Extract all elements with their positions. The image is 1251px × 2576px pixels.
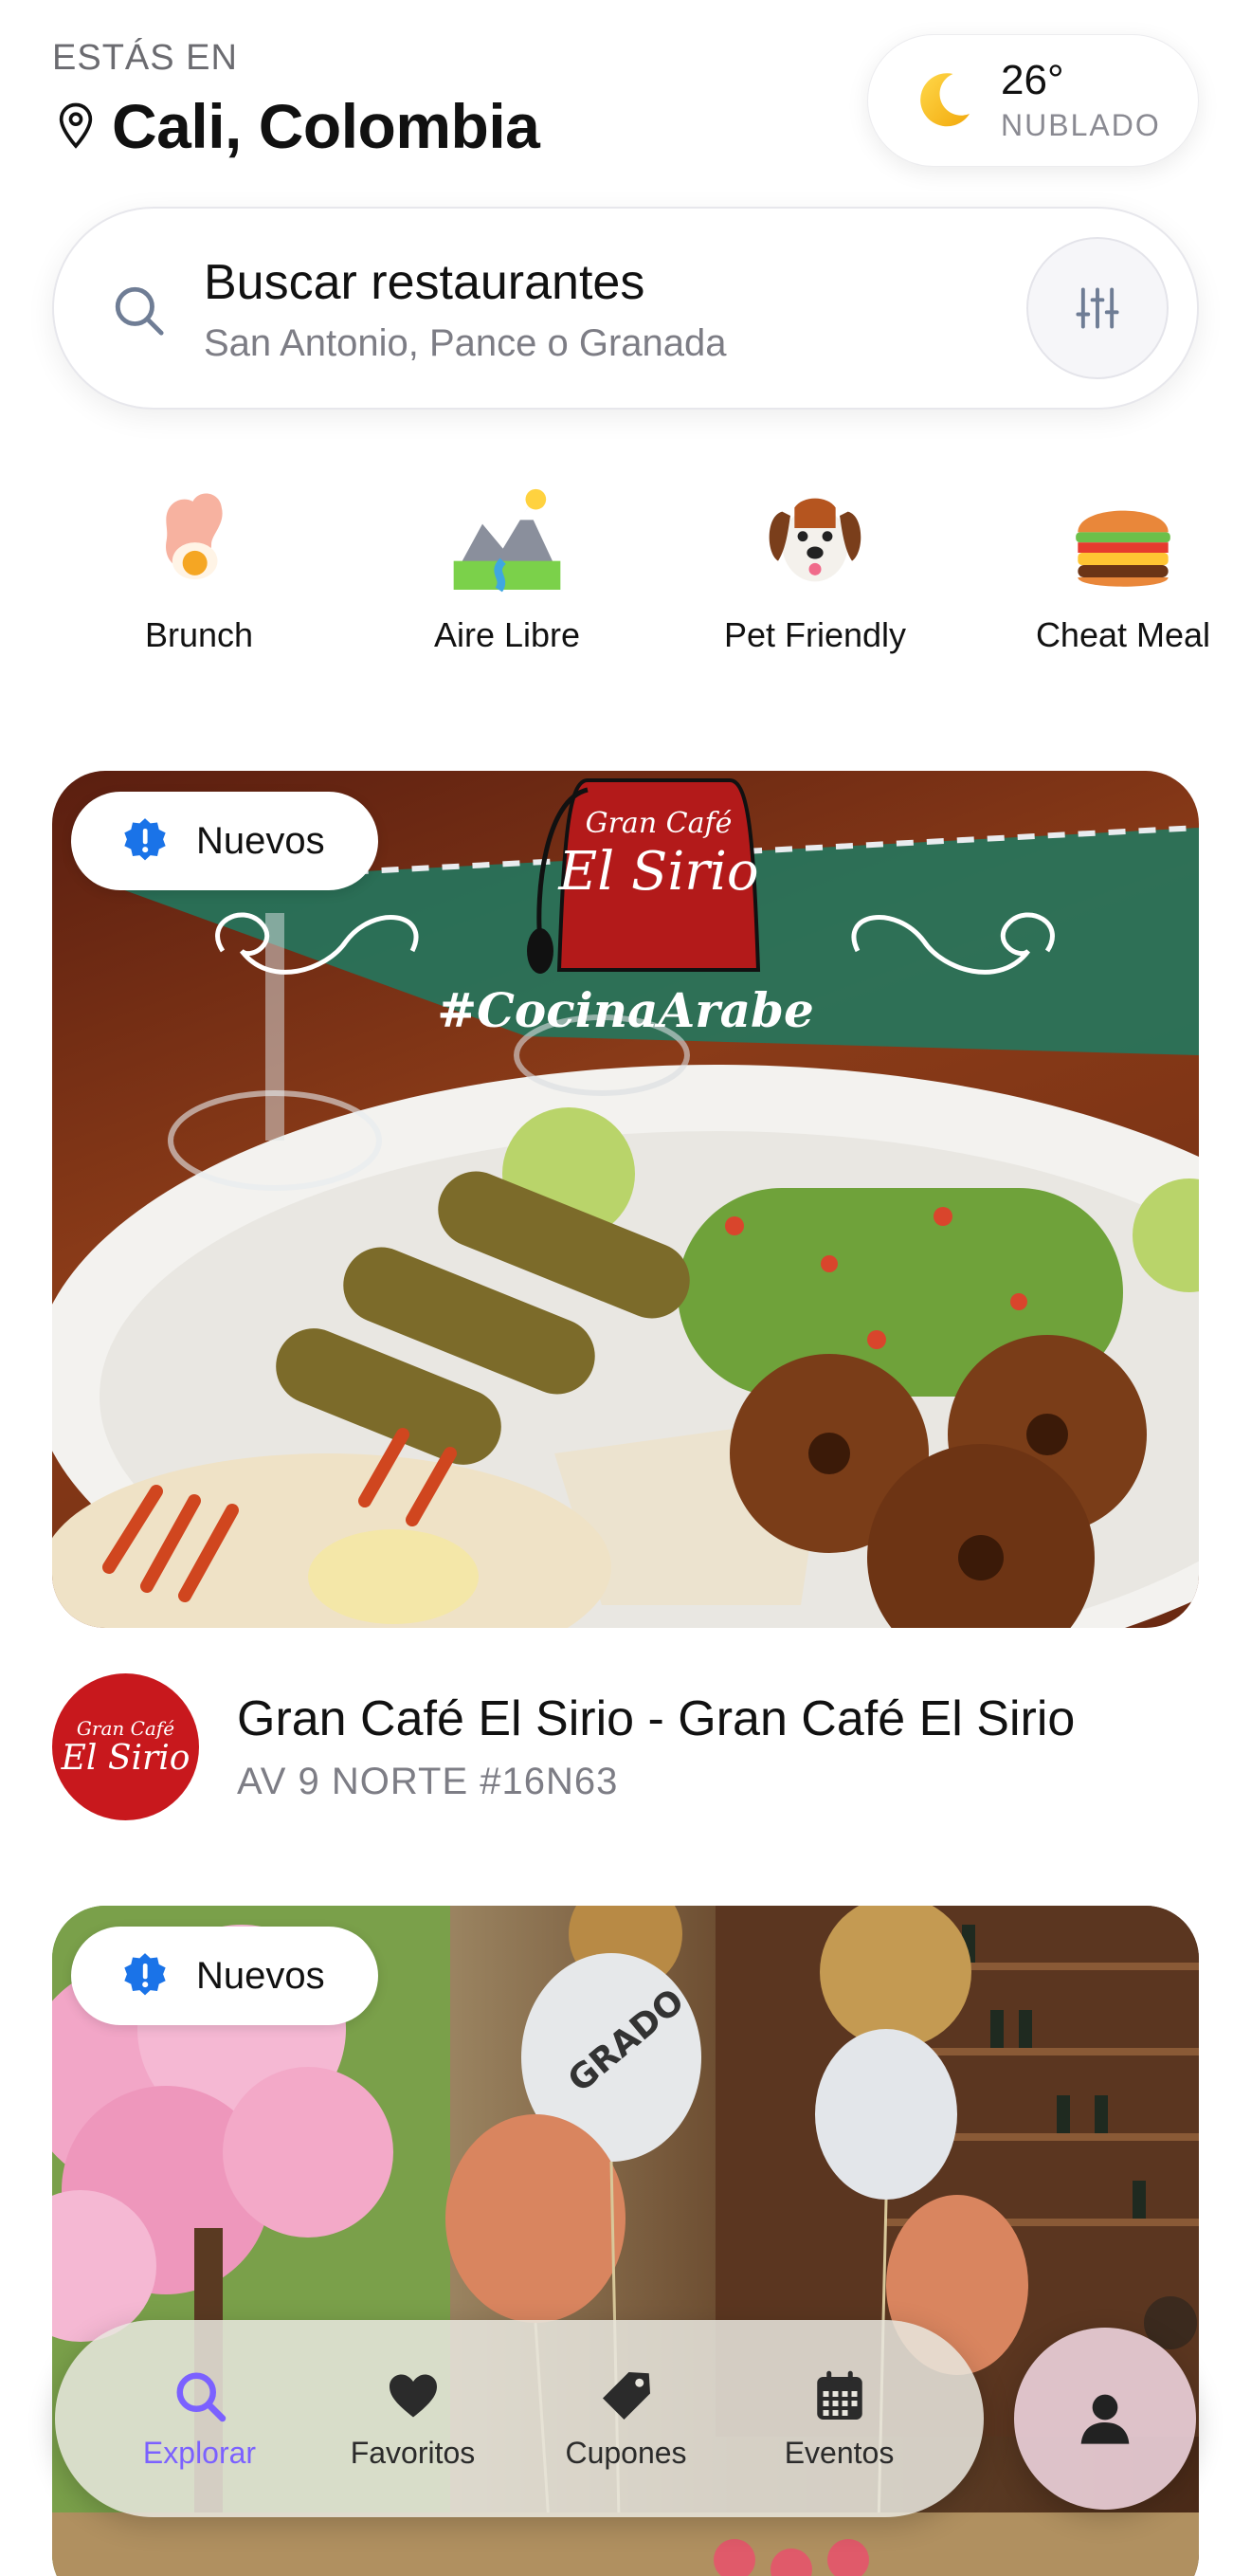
nav-label: Explorar (142, 2435, 257, 2470)
category-label: Aire Libre (433, 615, 581, 654)
nav-label: Favoritos (350, 2435, 476, 2470)
badge-label: Nuevos (196, 819, 325, 862)
logo-text-top: Gran Café (76, 1716, 175, 1740)
nav-favoritos[interactable]: Favoritos (318, 2367, 508, 2471)
nav-label: Eventos (784, 2435, 895, 2470)
mountain-outdoor-icon (453, 488, 561, 593)
category-label: Pet Friendly (723, 615, 907, 654)
location-selector[interactable]: Cali, Colombia (57, 90, 540, 162)
nav-explorar[interactable]: Explorar (105, 2367, 295, 2471)
restaurant-logo: Gran Café El Sirio (52, 1673, 199, 1820)
sliders-icon (1076, 287, 1119, 329)
svg-text:El Sirio: El Sirio (557, 841, 758, 903)
search-icon (176, 2372, 226, 2421)
burger-icon (1076, 510, 1170, 587)
svg-text:Gran Café: Gran Café (586, 807, 733, 840)
weather-condition: NUBLADO (1001, 107, 1161, 142)
category-label: Cheat Meal (1035, 615, 1211, 654)
moon-icon (920, 73, 970, 127)
search-subtitle: San Antonio, Pance o Granada (204, 322, 727, 364)
bottom-navigation: Explorar Favoritos Cupones Eventos (55, 2320, 984, 2517)
tag-icon (602, 2371, 650, 2420)
weather-widget[interactable]: 26° NUBLADO (867, 34, 1199, 167)
category-brunch[interactable]: Brunch (76, 479, 322, 655)
search-title: Buscar restaurantes (204, 255, 645, 310)
badge-label: Nuevos (196, 1954, 325, 1997)
food-photo: Gran Café El Sirio #CocinaArabe (52, 778, 1199, 1628)
new-badge: Nuevos (71, 792, 378, 890)
category-aire-libre[interactable]: Aire Libre (384, 479, 630, 655)
nav-eventos[interactable]: Eventos (745, 2367, 934, 2471)
category-cheat-meal[interactable]: Cheat Meal (1000, 479, 1246, 655)
calendar-icon (816, 2370, 862, 2420)
location-label: ESTÁS EN (52, 38, 238, 78)
search-bar[interactable]: Buscar restaurantes San Antonio, Pance o… (52, 207, 1199, 410)
heart-icon (389, 2374, 437, 2417)
image-caption: #CocinaArabe (437, 982, 814, 1038)
category-pet-friendly[interactable]: Pet Friendly (692, 479, 938, 655)
restaurant-image[interactable]: Gran Café El Sirio #CocinaArabe Nuevos (52, 771, 1199, 1628)
restaurant-name: Gran Café El Sirio - Gran Café El Sirio (237, 1691, 1076, 1746)
user-icon (1080, 2394, 1130, 2444)
new-badge: Nuevos (71, 1927, 378, 2025)
restaurant-info[interactable]: Gran Café El Sirio Gran Café El Sirio - … (52, 1673, 1075, 1820)
location-pin-icon (59, 102, 93, 149)
egg-brunch-icon (166, 493, 223, 580)
category-label: Brunch (144, 615, 254, 654)
category-list: Brunch Aire Libre Pet Friendly Cheat Mea… (0, 479, 1251, 668)
search-icon (115, 286, 164, 336)
nav-label: Cupones (565, 2435, 687, 2470)
profile-button[interactable] (1014, 2328, 1196, 2510)
restaurant-address: AV 9 NORTE #16N63 (237, 1761, 619, 1802)
dog-icon (769, 498, 861, 582)
alert-badge-icon (124, 1953, 166, 1996)
weather-temperature: 26° (1001, 57, 1064, 104)
location-city: Cali, Colombia (112, 91, 540, 161)
nav-cupones[interactable]: Cupones (532, 2367, 721, 2471)
filter-button[interactable] (1026, 237, 1169, 379)
alert-badge-icon (124, 818, 166, 861)
logo-text-main: El Sirio (61, 1738, 190, 1778)
